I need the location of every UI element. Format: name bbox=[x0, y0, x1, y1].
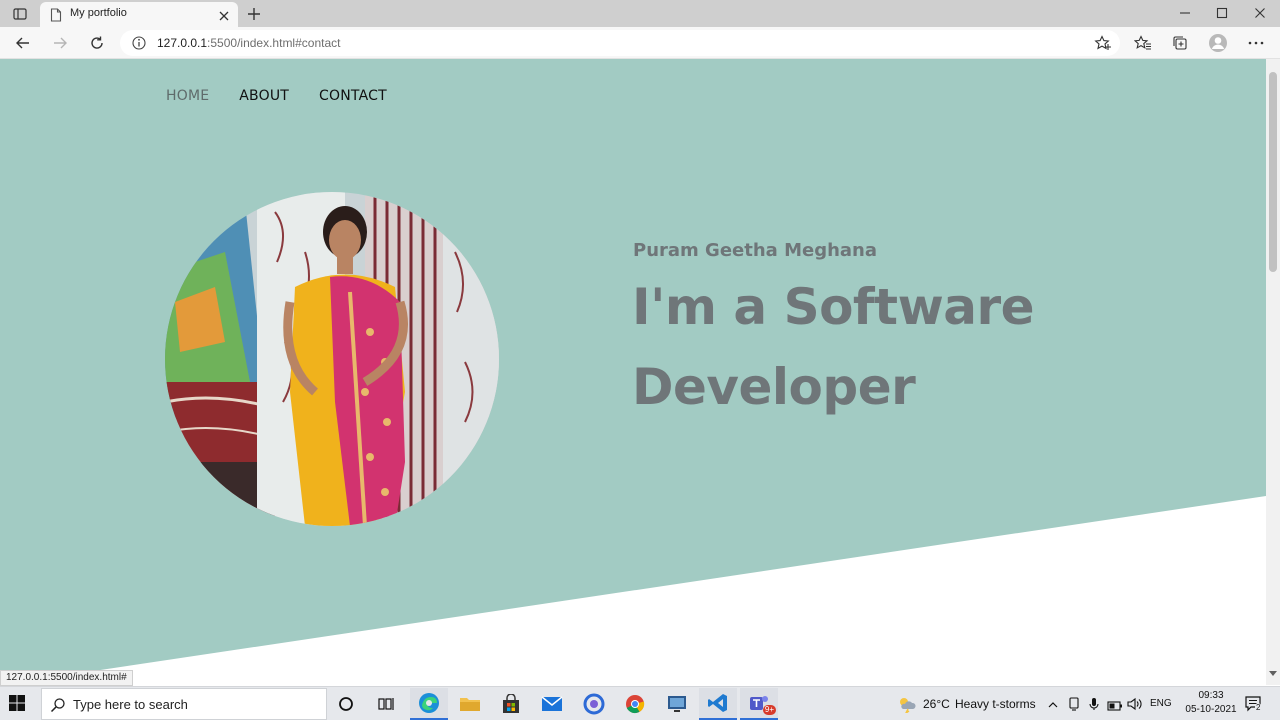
store-bag-icon bbox=[503, 694, 519, 713]
link-status-bar: 127.0.0.1:5500/index.html# bbox=[0, 670, 133, 686]
maximize-icon bbox=[1216, 7, 1228, 19]
assistant-icon bbox=[583, 693, 605, 715]
page-viewport: HOME ABOUT CONTACT Puram Geetha Meghana … bbox=[0, 59, 1266, 685]
url-text[interactable]: 127.0.0.1:5500/index.html#contact bbox=[157, 36, 340, 50]
refresh-button[interactable] bbox=[86, 33, 108, 53]
notification-center-icon[interactable]: 2 bbox=[1244, 695, 1264, 717]
chevron-up-icon[interactable] bbox=[1047, 696, 1059, 715]
url-host: 127.0.0.1 bbox=[157, 36, 208, 50]
clock-date: 05-10-2021 bbox=[1185, 704, 1237, 715]
taskbar-app-teams[interactable]: 9+ bbox=[740, 688, 778, 720]
language-indicator[interactable]: ENG bbox=[1150, 698, 1172, 709]
tab-title: My portfolio bbox=[70, 7, 127, 19]
nav-about-link[interactable]: ABOUT bbox=[239, 88, 289, 104]
profile-button[interactable] bbox=[1207, 33, 1229, 53]
taskbar-app-mail[interactable] bbox=[533, 688, 571, 720]
nav-contact-link[interactable]: CONTACT bbox=[319, 88, 387, 104]
cortana-icon bbox=[339, 697, 353, 711]
vscode-icon bbox=[708, 694, 727, 712]
weather-temperature[interactable]: 26°C bbox=[923, 697, 950, 711]
search-placeholder: Type here to search bbox=[73, 697, 188, 712]
hero-title: I'm a Software Developer bbox=[632, 278, 1035, 416]
clock-time: 09:33 bbox=[1198, 690, 1224, 701]
profile-photo bbox=[165, 192, 499, 526]
teams-notification-badge: 9+ bbox=[762, 705, 776, 715]
monitor-icon bbox=[668, 696, 686, 712]
favorites-button[interactable] bbox=[1132, 33, 1154, 53]
forward-button[interactable] bbox=[49, 33, 71, 53]
weather-description[interactable]: Heavy t-storms bbox=[955, 697, 1036, 711]
refresh-icon bbox=[91, 36, 103, 49]
device-icon[interactable] bbox=[1067, 696, 1081, 715]
tab-actions-icon bbox=[13, 8, 27, 20]
minimize-icon bbox=[1180, 12, 1190, 14]
more-icon bbox=[1248, 41, 1264, 45]
taskbar-clock[interactable]: 09:33 05-10-2021 bbox=[1176, 689, 1246, 717]
taskbar-app-chrome[interactable] bbox=[616, 688, 654, 720]
site-info-icon[interactable] bbox=[131, 35, 147, 55]
scroll-down-icon[interactable] bbox=[1269, 662, 1277, 681]
favorites-icon bbox=[1134, 35, 1151, 50]
taskbar-app-vscode[interactable] bbox=[699, 688, 737, 720]
microphone-icon[interactable] bbox=[1088, 696, 1100, 715]
start-button[interactable] bbox=[8, 694, 26, 716]
folder-icon bbox=[460, 698, 480, 711]
task-view-button[interactable] bbox=[367, 688, 405, 720]
collections-button[interactable] bbox=[1169, 33, 1191, 53]
add-favorite-icon[interactable] bbox=[1094, 35, 1112, 55]
forward-arrow-icon bbox=[54, 37, 67, 49]
plus-icon bbox=[248, 8, 260, 20]
taskbar-app-store[interactable] bbox=[492, 688, 530, 720]
collections-icon bbox=[1173, 36, 1187, 50]
browser-tab[interactable]: My portfolio bbox=[40, 2, 238, 27]
taskbar-app-network-settings[interactable] bbox=[658, 688, 696, 720]
settings-menu-button[interactable] bbox=[1245, 33, 1267, 53]
close-window-button[interactable] bbox=[1247, 3, 1273, 23]
volume-icon[interactable] bbox=[1127, 696, 1143, 715]
nav-home-link[interactable]: HOME bbox=[166, 88, 209, 104]
minimize-button[interactable] bbox=[1172, 3, 1198, 23]
taskbar-app-cortana-circle[interactable] bbox=[575, 688, 613, 720]
cortana-button[interactable] bbox=[327, 688, 365, 720]
search-icon bbox=[50, 697, 66, 717]
url-path: :5500/index.html#contact bbox=[207, 36, 341, 50]
chrome-icon bbox=[626, 695, 645, 714]
address-bar[interactable]: 127.0.0.1:5500/index.html#contact bbox=[120, 30, 1120, 56]
main-nav: HOME ABOUT CONTACT bbox=[166, 88, 387, 104]
close-tab-icon[interactable] bbox=[218, 7, 230, 26]
scroll-thumb[interactable] bbox=[1269, 72, 1277, 272]
browser-toolbar: 127.0.0.1:5500/index.html#contact bbox=[0, 27, 1280, 59]
notification-count: 2 bbox=[1255, 703, 1262, 713]
browser-tab-bar: My portfolio bbox=[0, 0, 1280, 27]
task-view-icon bbox=[378, 698, 394, 710]
avatar-icon bbox=[1209, 34, 1227, 52]
new-tab-button[interactable] bbox=[244, 4, 264, 24]
taskbar-app-edge[interactable] bbox=[410, 688, 448, 720]
windows-icon bbox=[9, 695, 25, 711]
mail-icon bbox=[541, 696, 563, 711]
back-button[interactable] bbox=[12, 33, 34, 53]
hero-name: Puram Geetha Meghana bbox=[633, 240, 878, 261]
tab-actions-button[interactable] bbox=[8, 4, 32, 24]
close-icon bbox=[1255, 8, 1265, 18]
taskbar-app-file-explorer[interactable] bbox=[451, 688, 489, 720]
back-arrow-icon bbox=[16, 37, 29, 49]
edge-icon bbox=[419, 693, 439, 713]
page-icon bbox=[50, 7, 62, 26]
weather-icon[interactable] bbox=[897, 695, 917, 717]
taskbar-search-box[interactable]: Type here to search bbox=[41, 688, 327, 720]
maximize-button[interactable] bbox=[1209, 3, 1235, 23]
page-scrollbar[interactable] bbox=[1266, 59, 1280, 685]
battery-icon[interactable] bbox=[1107, 697, 1123, 716]
taskbar: Type here to search 9+ 26°C Heavy t-stor… bbox=[0, 686, 1280, 720]
